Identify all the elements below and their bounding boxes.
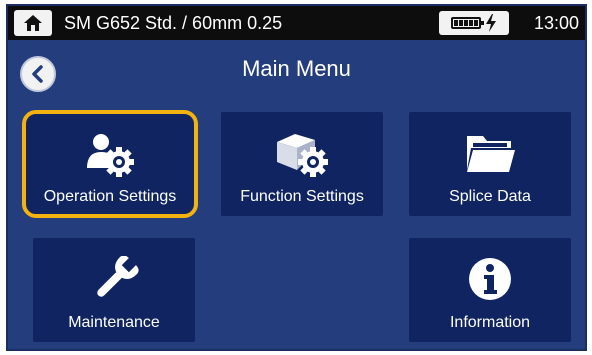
- wrench-icon: [97, 256, 139, 297]
- box-gear-icon: [277, 134, 328, 177]
- menu-tile-operation-settings[interactable]: Operation Settings: [22, 110, 198, 218]
- clock: 13:00: [533, 13, 579, 33]
- menu-tile-function-settings[interactable]: Function Settings: [221, 112, 383, 216]
- menu-tile-label: Splice Data: [449, 188, 531, 205]
- battery-indicator: [439, 11, 509, 35]
- menu-tile-label: Maintenance: [68, 314, 160, 331]
- status-bar: SM G652 Std. / 60mm 0.25 13:00: [8, 6, 585, 40]
- battery-icon: [451, 17, 484, 29]
- splicer-screen: SM G652 Std. / 60mm 0.25 13:00 Main Menu: [6, 4, 587, 351]
- header: Main Menu: [8, 40, 585, 98]
- info-icon: [469, 258, 511, 300]
- menu-tile-label: Operation Settings: [43, 188, 177, 205]
- menu-tile-label: Function Settings: [240, 188, 364, 205]
- fiber-profile-title: SM G652 Std. / 60mm 0.25: [64, 13, 283, 33]
- menu-tile-label: Information: [449, 314, 531, 331]
- menu-tile-information[interactable]: Information: [409, 238, 571, 342]
- user-gear-icon: [87, 134, 134, 177]
- page-title: Main Menu: [242, 56, 351, 81]
- folder-icon: [467, 136, 515, 172]
- home-icon: [24, 15, 42, 31]
- home-button[interactable]: [14, 10, 52, 36]
- menu-tile-maintenance[interactable]: Maintenance: [33, 238, 195, 342]
- menu-tile-splice-data[interactable]: Splice Data: [409, 112, 571, 216]
- charging-bolt-icon: [486, 14, 496, 32]
